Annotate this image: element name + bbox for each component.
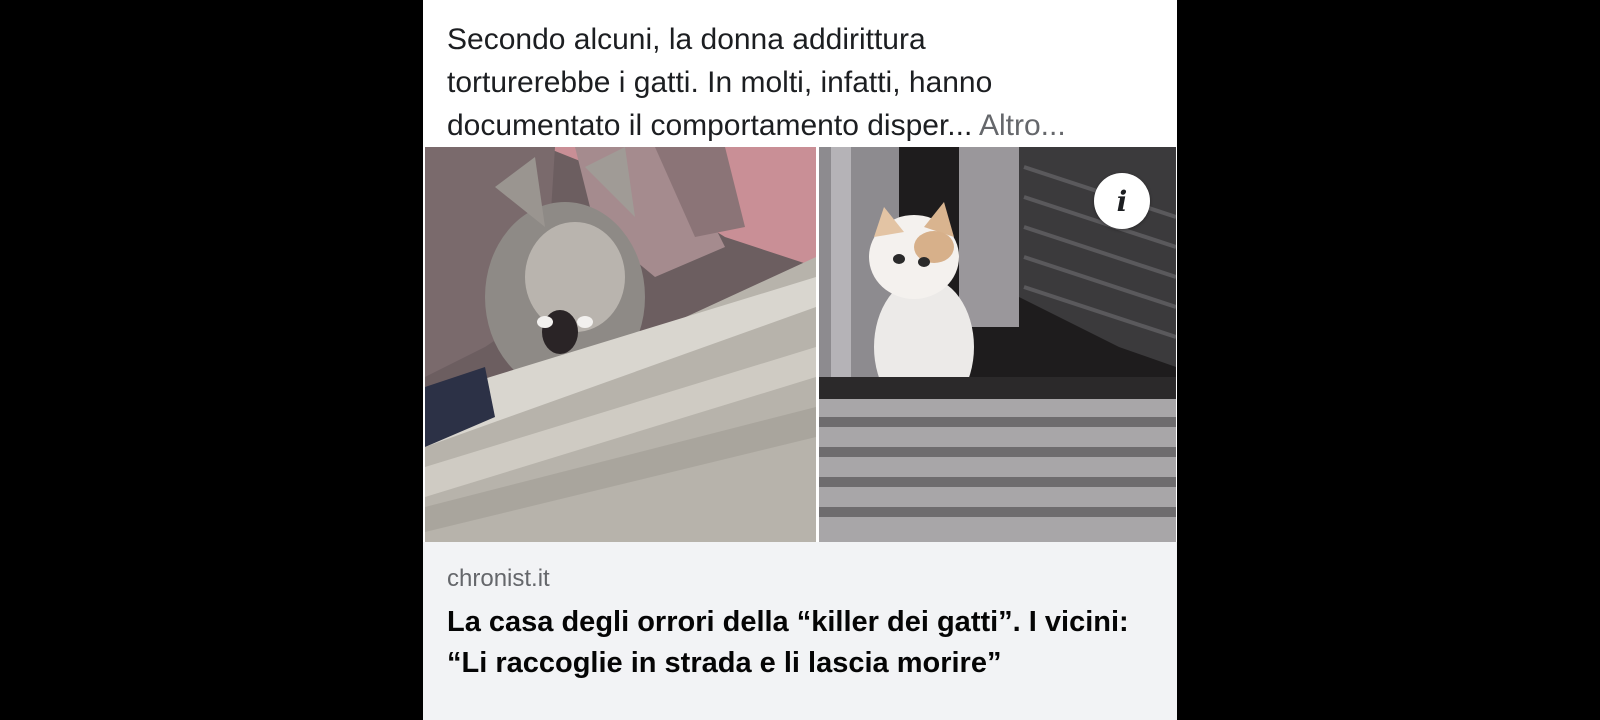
link-headline: La casa degli orrori della “killer dei g…: [447, 606, 1129, 679]
feed-post: Secondo alcuni, la donna addirittura tor…: [423, 0, 1177, 720]
post-media[interactable]: i: [423, 147, 1177, 542]
photo-kitten-window-right[interactable]: i: [819, 147, 1176, 542]
link-domain: chronist.it: [447, 565, 550, 592]
screen: Secondo alcuni, la donna addirittura tor…: [0, 0, 1600, 720]
see-more-link[interactable]: Altro...: [979, 109, 1066, 142]
caption-line-1: Secondo alcuni, la donna addirittura: [447, 23, 926, 56]
caption-line-2: torturerebbe i gatti. In molti, infatti,…: [447, 66, 993, 99]
caption-line-3: documentato il comportamento disper... A…: [447, 104, 1153, 147]
caption-line-3-text: documentato il comportamento disper...: [447, 109, 973, 142]
post-caption: Secondo alcuni, la donna addirittura tor…: [423, 0, 1177, 147]
info-icon: i: [1116, 184, 1128, 218]
cat-photo-left-image: [425, 147, 816, 542]
photo-cat-window-left[interactable]: [425, 147, 816, 542]
info-button[interactable]: i: [1094, 173, 1150, 229]
link-preview-card[interactable]: chronist.it La casa degli orrori della “…: [423, 542, 1177, 720]
